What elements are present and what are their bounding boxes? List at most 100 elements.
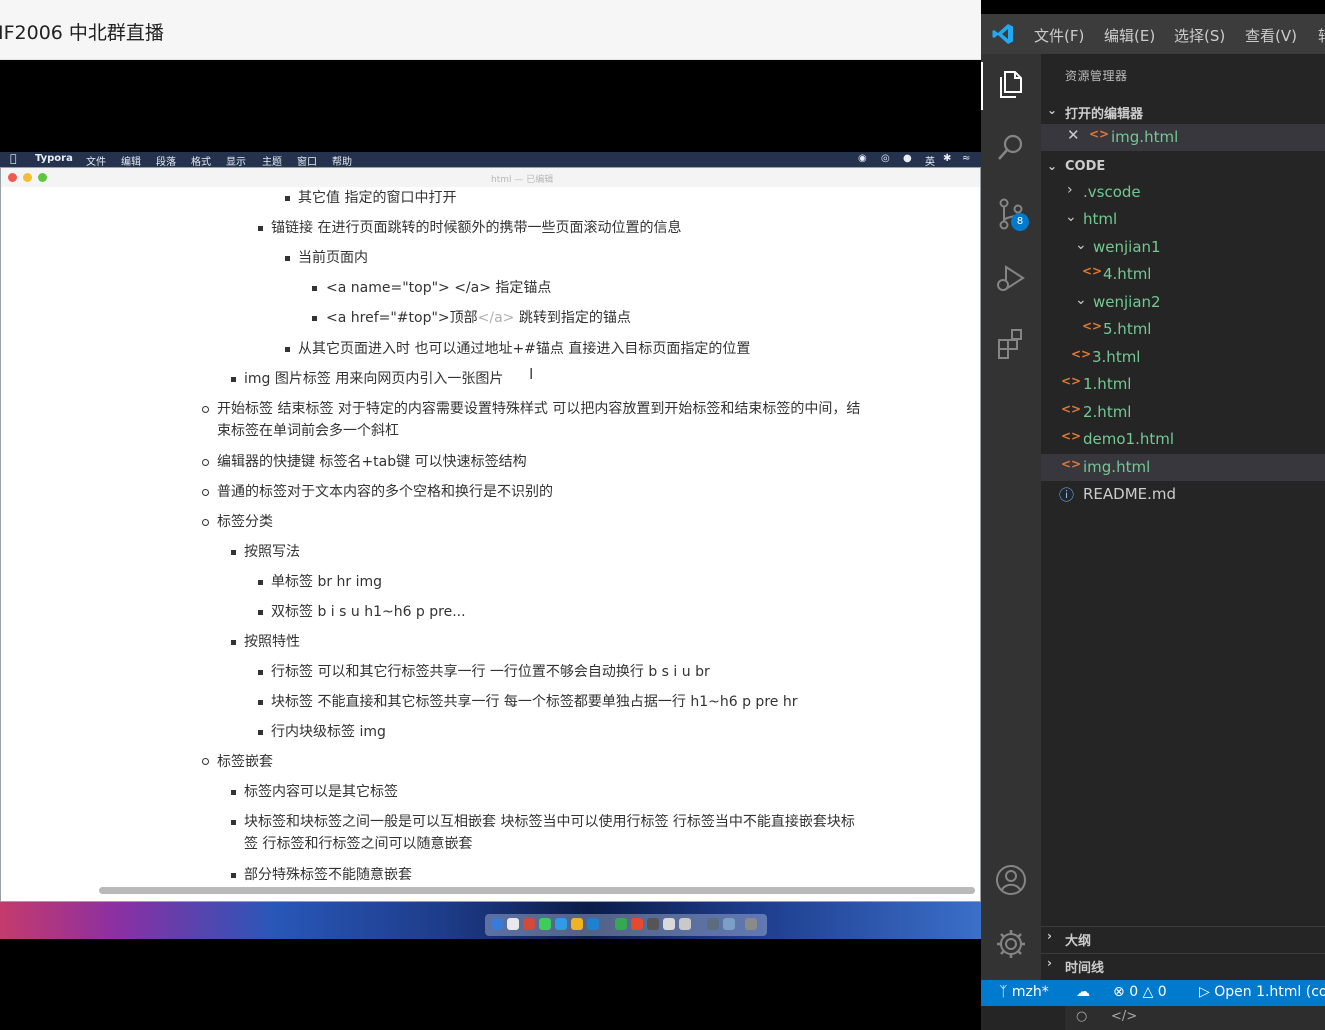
folder-dock-icon[interactable] — [707, 918, 719, 930]
wechat-dock-icon[interactable] — [539, 918, 551, 930]
active-indicator — [981, 62, 983, 110]
mac-menu-window[interactable]: 窗口 — [297, 153, 317, 168]
finder-dock-icon[interactable] — [491, 918, 503, 930]
branch-status[interactable]: ᛉ mzh* — [999, 984, 1049, 1000]
vs-menu-file[interactable]: 文件(F) — [1034, 25, 1084, 46]
terminal-dock-icon[interactable] — [647, 918, 659, 930]
mac-menu-paragraph[interactable]: 段落 — [156, 153, 176, 168]
minimize-window-button[interactable] — [23, 173, 32, 182]
stream-letterbox-top — [0, 60, 981, 152]
tree-item-file[interactable]: <> demo1.html — [1041, 426, 1325, 453]
bullet-square — [258, 730, 263, 735]
vs-menu-selection[interactable]: 选择(S) — [1174, 25, 1225, 46]
mac-menu-format[interactable]: 格式 — [191, 153, 211, 168]
account-icon[interactable] — [993, 862, 1029, 898]
explorer-icon[interactable] — [993, 66, 1029, 102]
circle-icon[interactable]: ○ — [1076, 1009, 1087, 1024]
tree-item-file[interactable]: <> 3.html — [1041, 344, 1325, 371]
vscode-window: 文件(F) 编辑(E) 选择(S) 查看(V) 转 8 — [981, 14, 1325, 1030]
tree-item-label: 2.html — [1083, 403, 1132, 421]
git-branch-icon: ᛉ — [999, 984, 1008, 1000]
wifi-tray-icon[interactable]: ≈ — [962, 153, 970, 164]
code-icon[interactable]: </> — [1111, 1009, 1137, 1024]
tree-item-html-folder[interactable]: ⌄ html — [1041, 206, 1325, 233]
document-title: html — 已编辑 — [491, 175, 554, 185]
mac-menu-app[interactable]: Typora — [35, 153, 73, 164]
tree-item-wenjian2-folder[interactable]: ⌄ wenjian2 — [1041, 289, 1325, 316]
problems-status[interactable]: ⊗ 0 △ 0 — [1113, 984, 1167, 1000]
mac-menu-view[interactable]: 显示 — [226, 153, 246, 168]
chevron-down-icon: ⌄ — [1047, 159, 1058, 173]
apple-icon[interactable]:  — [10, 152, 17, 165]
vscode-dock-icon[interactable] — [587, 918, 599, 930]
input-method-indicator[interactable]: 英 — [925, 153, 935, 168]
tree-item-file[interactable]: <> 1.html — [1041, 371, 1325, 398]
mac-menu-help[interactable]: 帮助 — [332, 153, 352, 168]
close-window-button[interactable] — [8, 173, 17, 182]
zoom-window-button[interactable] — [38, 173, 47, 182]
horizontal-scrollbar[interactable] — [99, 887, 975, 894]
vscode-footer-strip: ○ </> — [1065, 1006, 1325, 1030]
bullet-circle — [202, 519, 209, 526]
app-dock-icon[interactable] — [631, 918, 643, 930]
bluetooth-tray-icon[interactable]: ✱ — [943, 153, 951, 164]
timeline-section[interactable]: › 时间线 — [1041, 953, 1325, 976]
mac-menu-file[interactable]: 文件 — [86, 153, 106, 168]
error-count: 0 — [1129, 984, 1139, 1000]
search-icon[interactable] — [993, 130, 1029, 166]
list-item: 块标签和块标签之间一般是可以互相嵌套 块标签当中可以使用行标签 行标签当中不能直… — [244, 814, 855, 830]
downloads-dock-icon[interactable] — [723, 918, 735, 930]
tree-item-label: README.md — [1083, 485, 1177, 503]
closing-tag-text: </a> — [477, 310, 515, 326]
tree-item-file[interactable]: <> 2.html — [1041, 399, 1325, 426]
warning-count: 0 — [1157, 984, 1167, 1000]
open-editor-item[interactable]: ✕ <> img.html — [1041, 124, 1325, 151]
extensions-icon[interactable] — [993, 326, 1029, 362]
bullet-circle — [202, 758, 209, 765]
list-item: img 图片标签 用来向网页内引入一张图片 — [244, 371, 504, 387]
vs-menu-edit[interactable]: 编辑(E) — [1104, 25, 1155, 46]
preview-dock-icon[interactable] — [663, 918, 675, 930]
shield-tray-icon[interactable]: ● — [903, 153, 912, 164]
html-file-icon: <> — [1082, 319, 1103, 333]
bullet-square — [258, 700, 263, 705]
safari-dock-icon[interactable] — [555, 918, 567, 930]
close-icon[interactable]: ✕ — [1067, 126, 1080, 144]
open-editors-section[interactable]: ⌄ 打开的编辑器 — [1041, 100, 1325, 122]
list-item: 开始标签 结束标签 对于特定的内容需要设置特殊样式 可以把内容放置到开始标签和结… — [217, 401, 861, 417]
cloud-tray-icon[interactable]: ◎ — [881, 153, 890, 164]
tree-item-file[interactable]: ⓘ README.md — [1041, 481, 1325, 508]
tree-item-file[interactable]: <> 5.html — [1041, 316, 1325, 343]
sync-icon[interactable]: ☁ — [1076, 984, 1090, 1000]
tree-item-label: 3.html — [1092, 348, 1141, 366]
vs-menu-view[interactable]: 查看(V) — [1245, 25, 1297, 46]
mac-menu-theme[interactable]: 主题 — [262, 153, 282, 168]
chrome-dock-icon[interactable] — [571, 918, 583, 930]
tree-item-file-selected[interactable]: <> img.html — [1041, 454, 1325, 481]
qq-dock-icon[interactable] — [523, 918, 535, 930]
vs-menu-goto[interactable]: 转 — [1318, 25, 1325, 46]
typora-titlebar: html — 已编辑 — [1, 168, 980, 187]
list-item: <a href="#top">顶部</a> 跳转到指定的锚点 — [326, 307, 631, 329]
settings-gear-icon[interactable] — [993, 926, 1029, 962]
app-dock-icon[interactable] — [615, 918, 627, 930]
tree-item-label: html — [1083, 210, 1118, 228]
html-file-icon: <> — [1089, 127, 1110, 141]
play-icon: ▷ — [1199, 984, 1210, 1000]
tree-item-vscode-folder[interactable]: › .vscode — [1041, 179, 1325, 206]
app-dock-icon[interactable] — [679, 918, 691, 930]
tree-item-file[interactable]: <> 4.html — [1041, 261, 1325, 288]
mac-menu-edit[interactable]: 编辑 — [121, 153, 141, 168]
outline-section[interactable]: › 大纲 — [1041, 926, 1325, 949]
wechat-tray-icon[interactable]: ◉ — [858, 153, 867, 164]
tree-item-wenjian1-folder[interactable]: ⌄ wenjian1 — [1041, 234, 1325, 261]
document-content[interactable]: 其它值 指定的窗口中打开 锚链接 在进行页面跳转的时候额外的携带一些页面滚动位置… — [1, 187, 980, 887]
tree-item-label: 5.html — [1103, 320, 1152, 338]
trash-dock-icon[interactable] — [745, 918, 757, 930]
run-debug-icon[interactable] — [993, 260, 1029, 296]
info-icon: ⓘ — [1059, 486, 1075, 504]
stream-title: IF2006 中北群直播 — [0, 22, 164, 44]
workspace-section[interactable]: ⌄ CODE — [1041, 156, 1325, 178]
launchpad-dock-icon[interactable] — [507, 918, 519, 930]
live-server-status[interactable]: ▷ Open 1.html (co — [1199, 984, 1325, 1000]
